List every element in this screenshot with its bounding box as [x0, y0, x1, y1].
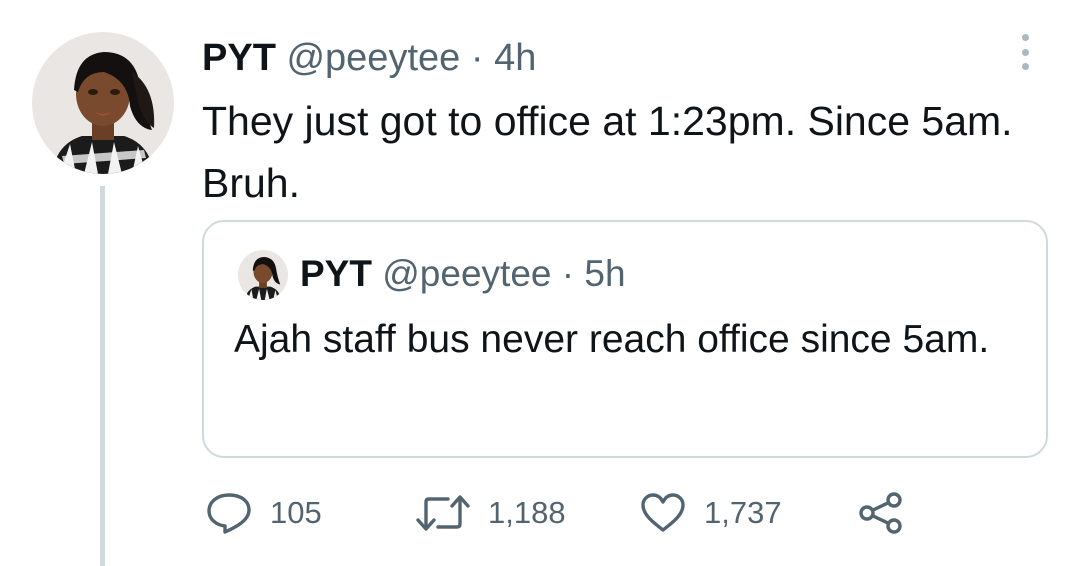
more-options-icon[interactable]	[1012, 34, 1038, 70]
quoted-tweet[interactable]: PYT @peeytee · 5h Ajah staff bus never r…	[202, 220, 1048, 458]
separator-dot: ·	[470, 37, 484, 79]
quoted-author-name: PYT	[300, 253, 372, 294]
quoted-author-handle: @peeytee	[382, 253, 552, 294]
like-button[interactable]: 1,737	[640, 488, 782, 538]
share-icon	[859, 492, 902, 534]
quoted-header: PYT @peeytee · 5h	[300, 250, 626, 298]
like-icon	[641, 493, 685, 532]
quoted-tweet-time: 5h	[584, 253, 626, 294]
tweet-header: PYT @peeytee · 4h	[202, 34, 536, 82]
action-bar: 105 1,188 1,737	[0, 488, 1080, 538]
author-name[interactable]: PYT	[202, 37, 276, 79]
tweet-time[interactable]: 4h	[494, 37, 536, 79]
like-count: 1,737	[704, 495, 782, 530]
tweet-text: They just got to office at 1:23pm. Since…	[202, 98, 1013, 206]
reply-button[interactable]: 105	[206, 488, 322, 538]
quoted-tweet-text: Ajah staff bus never reach office since …	[234, 318, 990, 361]
quoted-separator-dot: ·	[561, 253, 575, 294]
tweet-card[interactable]: PYT @peeytee · 4h They just got to offic…	[0, 0, 1080, 566]
retweet-icon	[416, 495, 470, 531]
retweet-count: 1,188	[488, 495, 566, 530]
reply-count: 105	[270, 495, 322, 530]
author-handle[interactable]: @peeytee	[286, 37, 460, 79]
share-button[interactable]	[858, 488, 904, 538]
quoted-avatar	[238, 250, 288, 300]
retweet-button[interactable]: 1,188	[416, 488, 566, 538]
reply-icon	[207, 493, 251, 534]
avatar[interactable]	[32, 32, 174, 174]
